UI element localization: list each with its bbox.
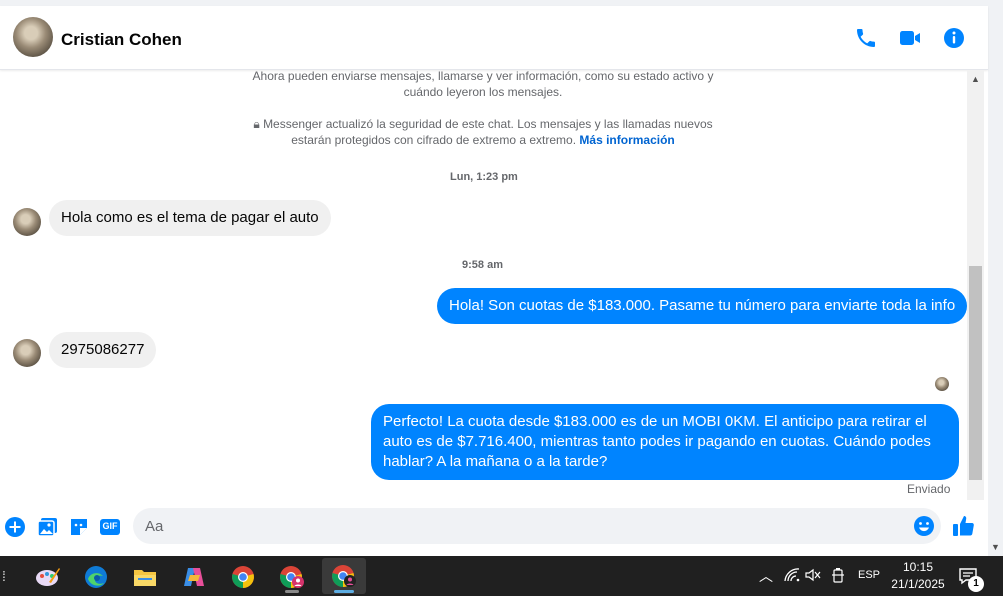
chrome-profile-icon[interactable] bbox=[273, 560, 311, 594]
chat-scrollbar[interactable]: ▲ bbox=[967, 70, 984, 500]
message-outgoing[interactable]: Perfecto! La cuota desde $183.000 es de … bbox=[371, 404, 959, 480]
contact-avatar-small[interactable] bbox=[13, 339, 41, 367]
right-strip bbox=[988, 0, 1003, 72]
language-indicator[interactable]: ESP bbox=[858, 569, 880, 581]
composer-bar: GIF bbox=[0, 502, 988, 556]
windows-taskbar: ⁞ ︿ ESP 10:15 21/1/2025 1 bbox=[0, 556, 1003, 596]
scroll-thumb[interactable] bbox=[969, 266, 982, 480]
message-incoming[interactable]: Hola como es el tema de pagar el auto bbox=[49, 200, 331, 236]
file-explorer-icon[interactable] bbox=[126, 560, 164, 594]
emoji-icon[interactable] bbox=[913, 515, 935, 537]
chrome-icon[interactable] bbox=[224, 560, 262, 594]
gif-icon[interactable]: GIF bbox=[99, 516, 121, 538]
clock-date: 21/1/2025 bbox=[891, 577, 945, 591]
message-input[interactable] bbox=[133, 508, 941, 544]
contact-name[interactable]: Cristian Cohen bbox=[61, 30, 182, 50]
seen-avatar bbox=[935, 377, 949, 391]
plus-icon[interactable] bbox=[4, 516, 26, 538]
contact-avatar[interactable] bbox=[13, 17, 53, 57]
contact-avatar-small[interactable] bbox=[13, 208, 41, 236]
video-icon[interactable] bbox=[898, 26, 922, 50]
sticker-icon[interactable] bbox=[68, 516, 90, 538]
info-icon[interactable] bbox=[942, 26, 966, 50]
notification-count-badge: 1 bbox=[968, 576, 984, 592]
volume-muted-icon[interactable] bbox=[805, 568, 821, 585]
message-incoming[interactable]: 2975086277 bbox=[49, 332, 157, 368]
messenger-window: Cristian Cohen ▲ ▼ Ahora pueden enviarse… bbox=[0, 0, 1003, 596]
message-status: Enviado bbox=[907, 482, 951, 496]
gif-label: GIF bbox=[102, 521, 118, 531]
more-icon[interactable]: ⁞ bbox=[2, 568, 6, 584]
copilot-icon[interactable] bbox=[175, 560, 213, 594]
clock-time: 10:15 bbox=[902, 560, 934, 574]
chevron-up-icon[interactable]: ︿ bbox=[759, 566, 773, 586]
phone-icon[interactable] bbox=[854, 26, 878, 50]
chat-header: Cristian Cohen bbox=[0, 6, 988, 70]
more-info-link[interactable]: Más información bbox=[579, 133, 674, 147]
page-scrollbar[interactable] bbox=[988, 72, 1003, 556]
timestamp: Lun, 1:23 pm bbox=[450, 171, 518, 183]
timestamp: 9:58 am bbox=[462, 259, 503, 271]
chrome-profile-active-icon[interactable] bbox=[322, 558, 366, 594]
scroll-up-icon[interactable]: ▲ bbox=[967, 72, 984, 86]
message-outgoing[interactable]: Hola! Son cuotas de $183.000. Pasame tu … bbox=[437, 288, 968, 324]
wifi-icon[interactable] bbox=[784, 568, 800, 585]
thumbs-up-icon[interactable] bbox=[952, 514, 976, 538]
battery-icon[interactable] bbox=[831, 567, 845, 586]
edge-browser-icon[interactable] bbox=[77, 560, 115, 594]
system-info-active-status: Ahora pueden enviarse mensajes, llamarse… bbox=[252, 69, 714, 99]
scroll-down-icon[interactable]: ▼ bbox=[988, 540, 1003, 554]
image-icon[interactable] bbox=[37, 516, 59, 538]
lock-icon: 🔒︎ bbox=[253, 117, 260, 131]
paint-app-icon[interactable] bbox=[29, 560, 67, 594]
system-clock[interactable]: 10:15 21/1/2025 bbox=[890, 559, 946, 593]
system-info-encryption: 🔒︎ Messenger actualizó la seguridad de e… bbox=[250, 116, 716, 148]
